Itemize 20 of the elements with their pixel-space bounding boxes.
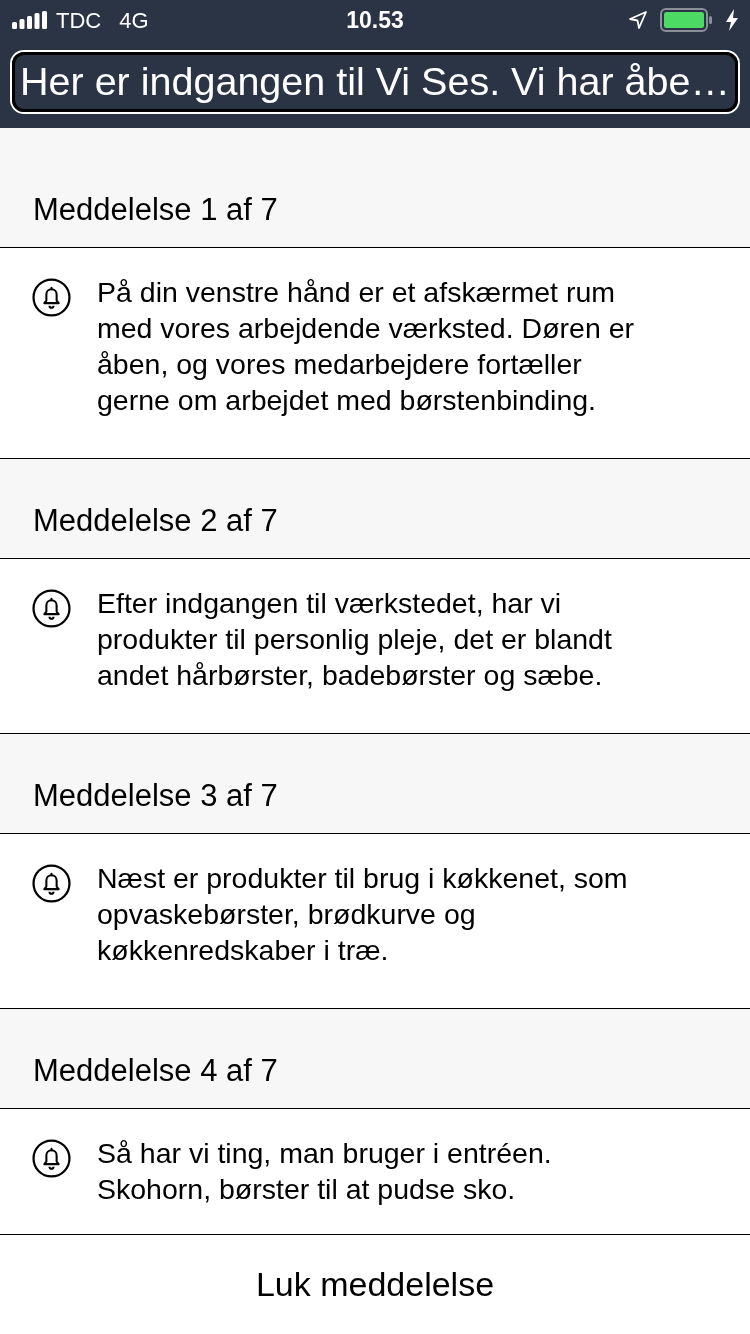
page-title: Her er indgangen til Vi Ses. Vi har åbe… (12, 52, 738, 112)
clock-time: 10.53 (346, 5, 404, 35)
bell-icon (32, 278, 71, 317)
message-heading: Meddelelse 2 af 7 (33, 505, 278, 536)
message-heading: Meddelelse 3 af 7 (33, 780, 278, 811)
message-text: Efter indgangen til værkstedet, har vi produkter til personlig pleje, det er blandt andet hårbørster, badebørster og sæbe. (97, 586, 613, 693)
charging-bolt-icon (726, 9, 738, 31)
carrier-name: TDC (56, 6, 102, 35)
battery-icon (660, 8, 714, 32)
message-heading: Meddelelse 4 af 7 (33, 1055, 278, 1086)
network-type: 4G (119, 6, 149, 35)
signal-strength-icon (12, 11, 48, 29)
bell-icon (32, 589, 71, 628)
message-text: Så har vi ting, man bruger i entréen. Skohorn, børster til at pudse sko. (97, 1136, 553, 1207)
message-text: På din venstre hånd er et afskærmet rum med vores arbejdende værksted. Døren er åben, og vores medarbejdere fortæller gerne om arbejdet med børstenbinding. (97, 275, 635, 418)
bell-icon (32, 864, 71, 903)
bell-icon (32, 1139, 71, 1178)
location-arrow-icon (628, 10, 648, 30)
message-text: Næst er produkter til brug i køkkenet, som opvaskebørster, brødkurve og køkkenredskaber i træ. (97, 861, 629, 968)
message-heading: Meddelelse 1 af 7 (33, 194, 278, 225)
